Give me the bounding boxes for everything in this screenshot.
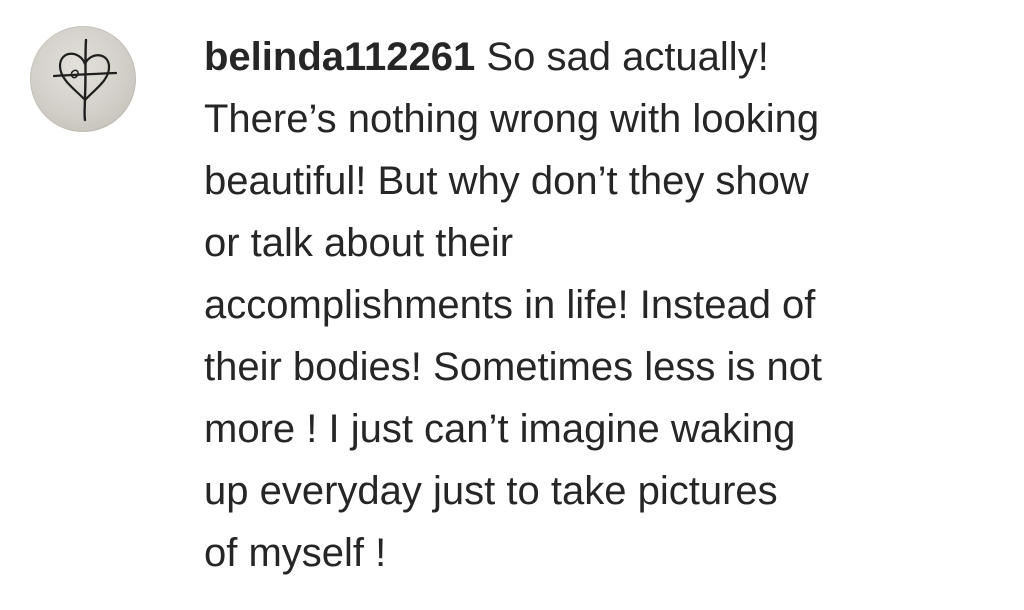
comment-text-line: of myself !	[204, 531, 387, 575]
username-link[interactable]: belinda112261	[204, 35, 475, 79]
comment-text-line: beautiful! But why don’t they show	[204, 159, 809, 203]
comment-item: belinda112261 So sad actually! There’s n…	[0, 0, 1024, 610]
comment-text-line: up everyday just to take pictures	[204, 469, 778, 513]
comment-line-1: belinda112261 So sad actually!	[204, 26, 1004, 88]
comment-text-line: their bodies! Sometimes less is not	[204, 345, 823, 389]
comment-text-line: accomplishments in life! Instead of	[204, 283, 816, 327]
comment-text-line: or talk about their	[204, 221, 514, 265]
comment-text-line: more ! I just can’t imagine waking	[204, 407, 796, 451]
comment-text-line: So sad actually!	[486, 35, 769, 79]
comment-text: belinda112261 So sad actually! There’s n…	[204, 26, 1004, 584]
comment-text-line: There’s nothing wrong with looking	[204, 97, 820, 141]
heart-cross-icon	[52, 38, 118, 122]
avatar[interactable]	[30, 26, 136, 132]
